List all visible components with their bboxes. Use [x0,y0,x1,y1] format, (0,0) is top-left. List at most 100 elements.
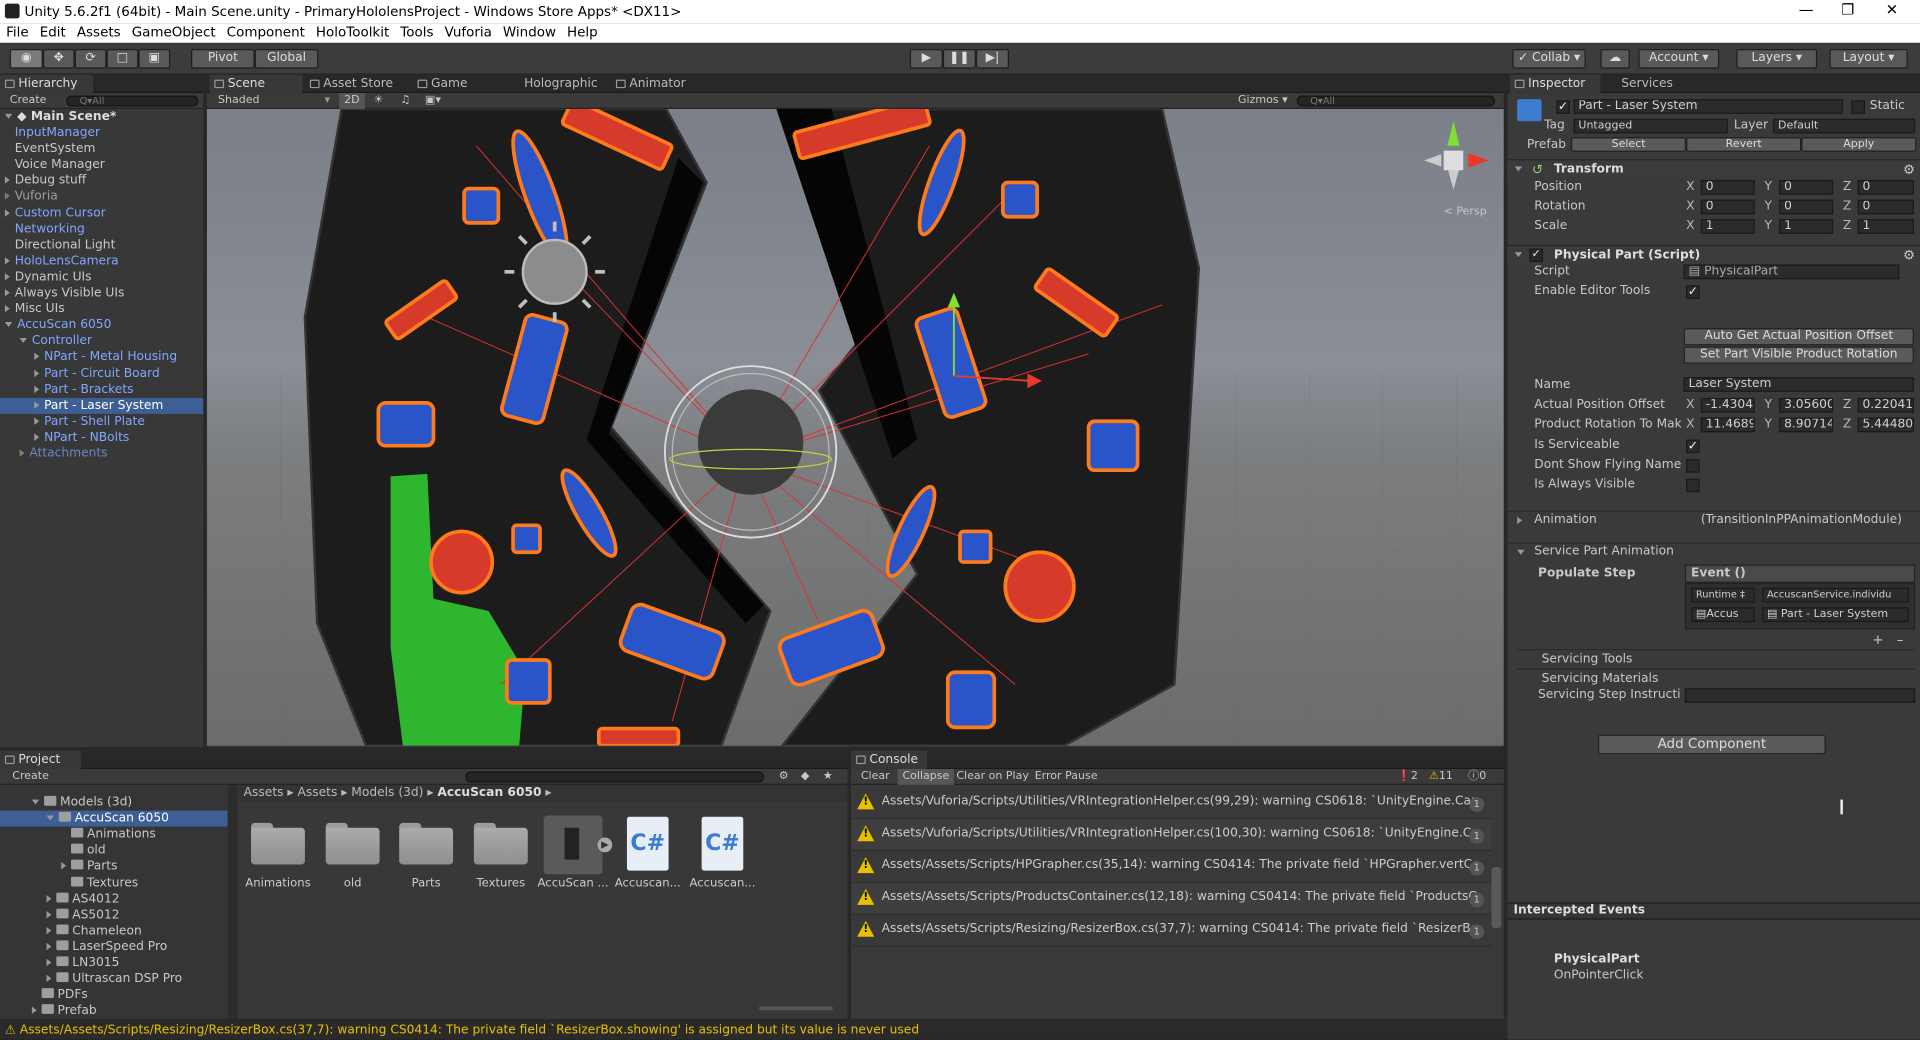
project-tree-item[interactable]: Animations [0,827,228,843]
console-scrollbar[interactable] [1491,866,1502,929]
transform-scale-z-input[interactable]: 1 [1857,219,1914,234]
expand-arrow-icon[interactable] [46,958,52,967]
prefab-apply-button[interactable]: Apply [1801,137,1917,152]
persp-label[interactable]: < Persp [1444,204,1487,217]
tree-scrollbar[interactable] [227,784,238,1019]
gear-icon[interactable]: ⚙ [1903,247,1915,263]
hierarchy-item[interactable]: Part - Circuit Board [0,366,203,382]
console-entry[interactable]: Assets/Assets/Scripts/ProductsContainer.… [852,882,1492,915]
console-entry[interactable]: Assets/Vuforia/Scripts/Utilities/VRInteg… [852,819,1492,852]
rot-y-input[interactable]: 8.907144 [1779,417,1834,433]
expand-arrow-icon[interactable] [19,449,25,457]
hierarchy-item[interactable]: Always Visible UIs [0,285,203,301]
tag-dropdown[interactable]: Untagged [1573,118,1728,134]
hierarchy-item[interactable]: HoloLensCamera [0,253,203,269]
project-tree-item[interactable]: PDFs [0,987,228,1003]
breadcrumb-item-current[interactable]: AccuScan 6050 [437,786,541,799]
play-button[interactable]: ▶ [909,48,943,69]
expand-arrow-icon[interactable] [34,353,40,361]
orientation-gizmo[interactable] [1424,121,1489,190]
status-bar[interactable]: ⚠ Assets/Assets/Scripts/Resizing/Resizer… [0,1021,1508,1040]
folder-icon[interactable] [473,820,528,865]
hierarchy-item[interactable]: AccuScan 6050 [0,317,203,333]
project-tree-item[interactable]: AccuScan 6050 [0,810,228,827]
hierarchy-item[interactable]: Voice Manager [0,157,203,173]
add-event-button[interactable]: + [1872,632,1883,648]
project-tree-item[interactable]: LN3015 [0,955,228,971]
collab-button[interactable]: ✓ Collab ▾ [1512,48,1586,69]
menu-gameobject[interactable]: GameObject [126,23,221,40]
event-arg-field[interactable]: ▤ Part - Laser System [1762,607,1909,623]
expand-arrow-icon[interactable] [4,176,10,185]
console-entry[interactable]: Assets/Assets/Scripts/Resizing/ResizerBo… [852,915,1492,947]
expand-arrow-icon[interactable] [34,433,40,441]
project-tree-item[interactable]: Prefab [0,1003,228,1019]
tab-hierarchy[interactable]: Hierarchy [0,74,94,94]
tab-game[interactable]: Game [413,75,475,93]
function-dropdown[interactable]: AccuscanService.individu [1762,587,1909,603]
info-count-toggle[interactable]: ⓘ0 [1468,769,1486,785]
move-tool-button[interactable]: ✥ [42,48,75,69]
transform-scale-y-input[interactable]: 1 [1779,219,1834,234]
breadcrumb-item[interactable]: Assets [297,786,337,799]
project-tree-item[interactable]: Textures [0,875,228,891]
console-entry[interactable]: Assets/Vuforia/Scripts/Utilities/VRInteg… [852,787,1492,820]
transform-scale-x-input[interactable]: 1 [1700,219,1755,234]
hand-tool-button[interactable]: ◉ [9,48,43,69]
layout-dropdown[interactable]: Layout ▾ [1829,48,1908,69]
expand-arrow-icon[interactable] [31,1006,37,1015]
tab-project[interactable]: Project [0,750,81,769]
console-entry[interactable]: Assets/Assets/Scripts/HPGrapher.cs(35,14… [852,851,1492,883]
menu-edit[interactable]: Edit [34,23,71,40]
asset-label[interactable]: old [315,877,391,890]
transform-position-x-input[interactable]: 0 [1700,180,1755,195]
shading-dropdown[interactable]: Shaded [218,93,260,109]
global-toggle[interactable]: Global [254,48,319,69]
tab-asset-store[interactable]: Asset Store [305,75,400,93]
gear-icon[interactable]: ⚙ [1903,162,1915,178]
prefab-revert-button[interactable]: Revert [1686,137,1802,152]
expand-arrow-icon[interactable] [46,815,54,821]
add-component-button[interactable]: Add Component [1597,734,1826,755]
hierarchy-item[interactable]: EventSystem [0,141,203,157]
error-pause-button[interactable]: Error Pause [1035,769,1098,785]
project-create-button[interactable]: Create [12,769,49,785]
model-prefab-icon[interactable] [543,815,603,875]
menu-help[interactable]: Help [561,23,603,40]
name-input[interactable]: Laser System [1683,377,1914,392]
transform-rotation-y-input[interactable]: 0 [1779,199,1834,215]
project-tree-item[interactable]: AS4012 [0,891,228,907]
hierarchy-item[interactable]: NPart - Metal Housing [0,349,203,365]
prefab-select-button[interactable]: Select [1571,137,1687,152]
hierarchy-item[interactable]: Part - Shell Plate [0,414,203,430]
event-target-field[interactable]: ▤Accus [1691,607,1755,623]
asset-label[interactable]: AccuScan ... [535,877,611,890]
hierarchy-item[interactable]: Attachments [0,446,203,462]
breadcrumb-item[interactable]: Models (3d) [351,786,423,799]
hierarchy-item[interactable]: Controller [0,333,203,349]
rotate-tool-button[interactable]: ⟳ [74,48,107,69]
project-tree-item[interactable]: Chameleon [0,923,228,939]
clear-button[interactable]: Clear [861,769,890,785]
menu-window[interactable]: Window [497,23,561,40]
folder-icon[interactable] [251,820,305,865]
menu-file[interactable]: File [0,23,34,40]
menu-holotoolkit[interactable]: HoloToolkit [310,23,394,40]
set-rotation-button[interactable]: Set Part Visible Product Rotation [1683,346,1914,364]
pause-button[interactable]: ❚❚ [942,48,976,69]
hierarchy-item[interactable]: Custom Cursor [0,205,203,221]
menu-assets[interactable]: Assets [71,23,126,40]
folder-icon[interactable] [325,820,380,865]
runtime-dropdown[interactable]: Runtime ‡ [1691,587,1755,603]
hierarchy-item[interactable]: Part - Laser System [0,397,204,414]
script-field[interactable]: ▤ PhysicalPart [1683,264,1900,280]
dont-show-checkbox[interactable] [1686,459,1700,473]
asset-label[interactable]: Parts [388,877,464,890]
csharp-script-icon[interactable]: C# [626,816,669,871]
servicing-tools-row[interactable]: Servicing Tools [1517,648,1916,667]
tab-holographic[interactable]: Holographic [506,75,605,93]
hierarchy-create-button[interactable]: Create [10,93,47,109]
transform-rotation-x-input[interactable]: 0 [1700,199,1755,215]
expand-arrow-icon[interactable] [31,799,40,805]
serviceable-checkbox[interactable]: ✓ [1686,439,1700,454]
